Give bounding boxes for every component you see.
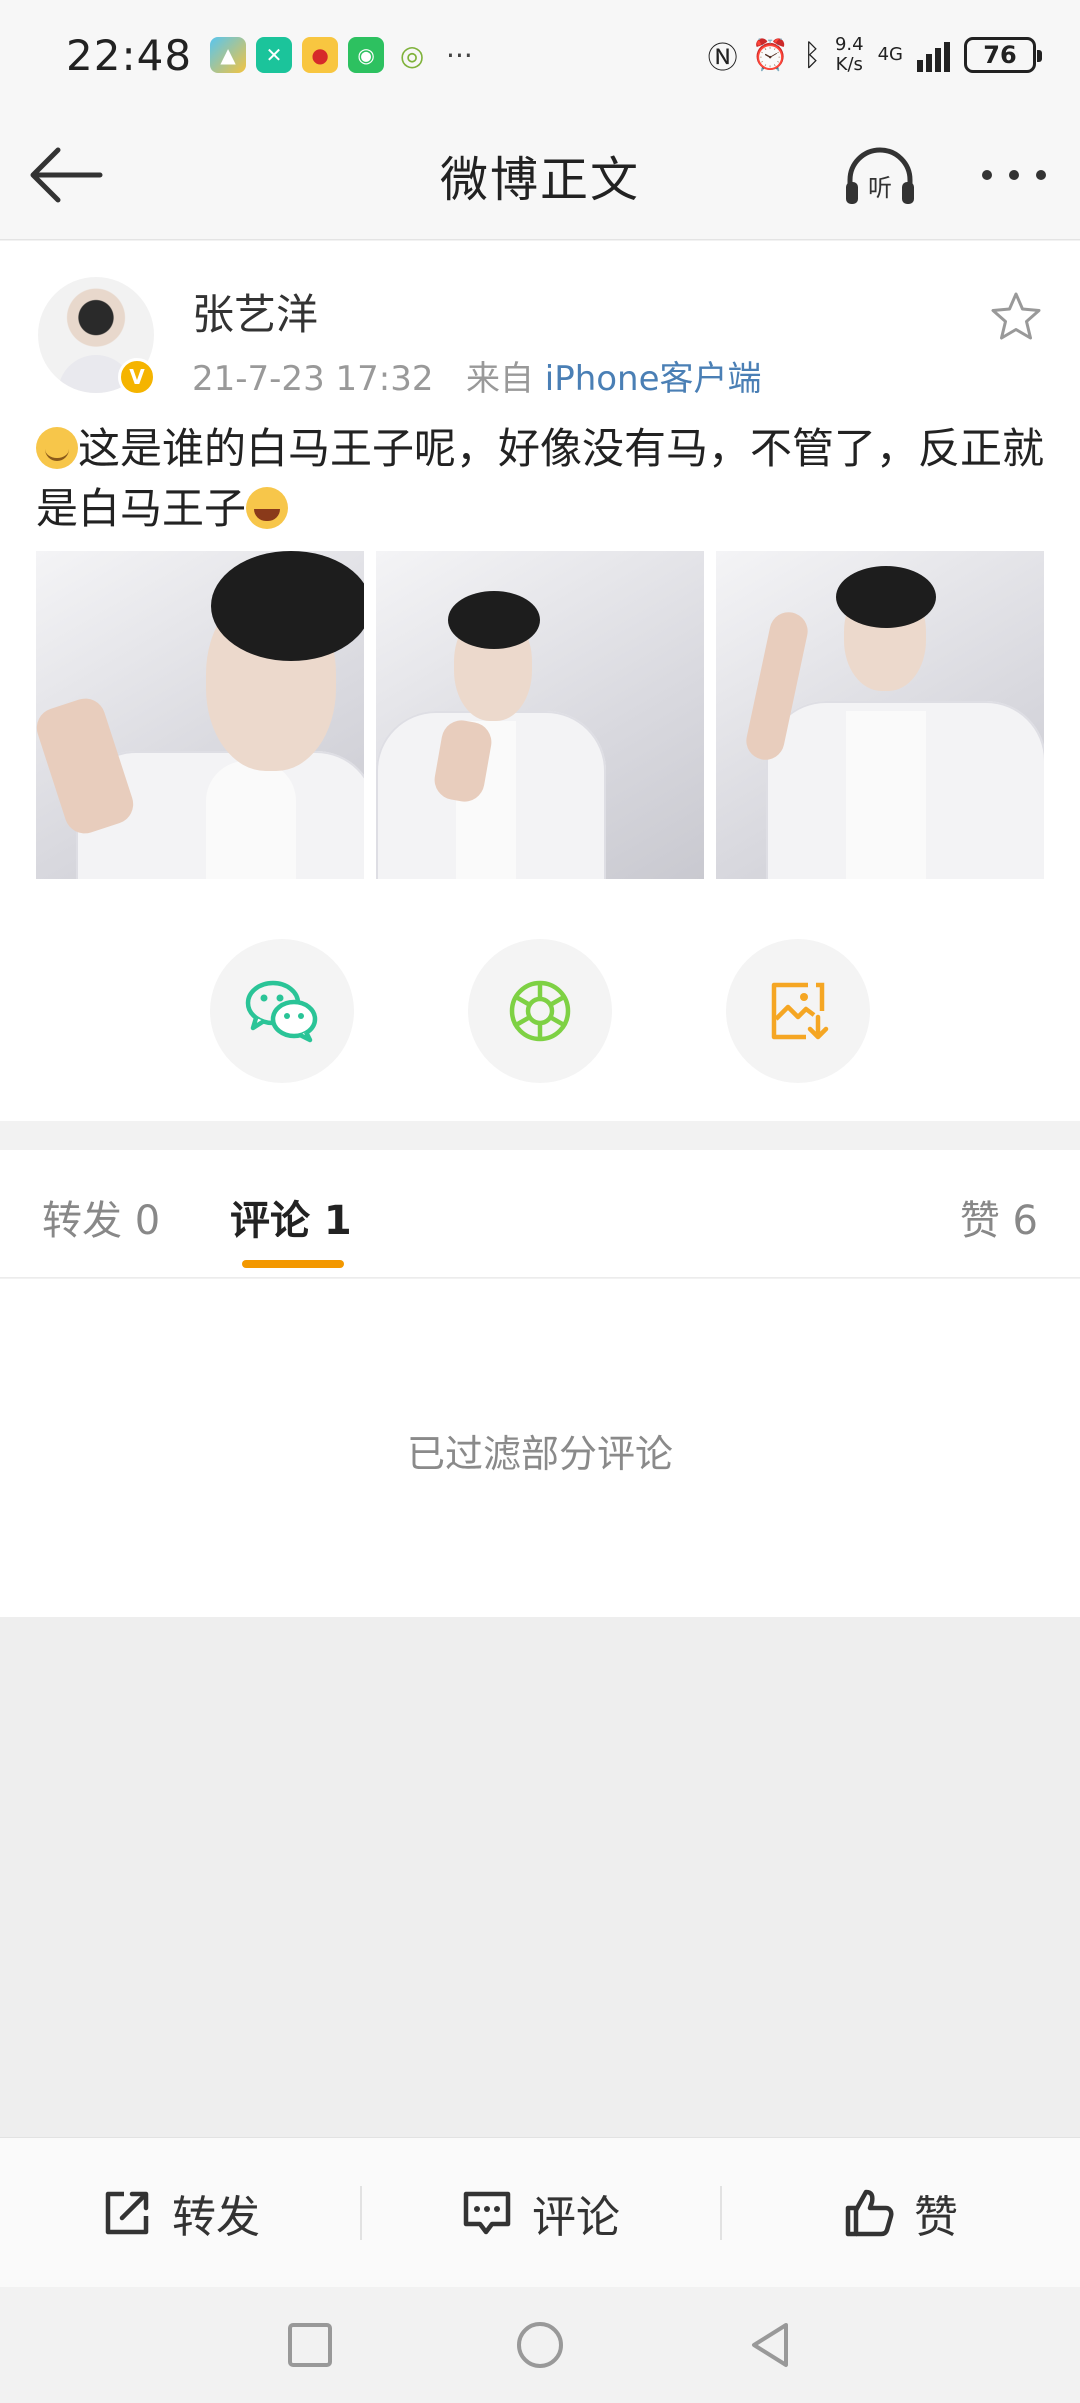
page-title: 微博正文: [439, 151, 640, 208]
share-wechat-button[interactable]: [210, 939, 354, 1083]
more-options-icon[interactable]: [976, 150, 1052, 200]
china-mobile-icon: ◎: [399, 38, 425, 72]
system-nav-bar: [0, 2287, 1080, 2403]
bottom-action-bar: 转发 评论 赞: [0, 2137, 1080, 2287]
network-speed-unit: K/s: [835, 54, 863, 75]
photo-grid: [36, 551, 1044, 879]
star-icon[interactable]: [988, 289, 1044, 345]
system-indicators: Ⓝ ⏰ ᛒ 9.4 K/s 4G 76: [707, 33, 1042, 77]
thumbs-up-icon: [845, 2189, 894, 2236]
moments-icon: [509, 980, 571, 1042]
back-arrow-icon[interactable]: [28, 144, 104, 206]
comment-icon: [463, 2191, 511, 2234]
tab-comment[interactable]: 评论 1: [230, 1188, 352, 1246]
repost-button[interactable]: 转发: [0, 2138, 360, 2287]
network-type: 4G: [877, 44, 903, 65]
repost-icon: [105, 2191, 149, 2234]
comment-button[interactable]: 评论: [360, 2138, 720, 2287]
post-text-body: 这是谁的白马王子呢，好像没有马，不管了，反正就是白马王子: [36, 424, 1045, 533]
wechat-share-icon: [245, 980, 318, 1043]
post-source[interactable]: iPhone客户端: [545, 359, 762, 399]
status-time: 22:48: [66, 30, 193, 80]
post-photo-3[interactable]: [716, 551, 1044, 879]
network-speed: 9.4 K/s: [835, 35, 864, 75]
post-text: 这是谁的白马王子呢，好像没有马，不管了，反正就是白马王子: [36, 419, 1046, 539]
more-notifications-icon: ···: [446, 38, 473, 72]
filtered-comments-notice: 已过滤部分评论: [406, 1432, 673, 1476]
status-bar: 22:48 ▲ ✕ ● ◉ ◎ ··· Ⓝ ⏰ ᛒ 9.4 K/s 4G 76: [0, 0, 1080, 110]
post-date: 21-7-23 17:32: [192, 359, 434, 399]
smile-emoji-icon: [36, 427, 78, 469]
fitness-app-icon: ✕: [256, 37, 293, 73]
active-tab-indicator: [242, 1260, 344, 1268]
username[interactable]: 张艺洋: [192, 281, 318, 342]
share-options: [210, 939, 870, 1083]
post-source-prefix: 来自: [465, 359, 534, 399]
battery-level: 76: [983, 41, 1017, 69]
header: 微博正文 听: [0, 110, 1080, 240]
signal-icon: [917, 38, 950, 72]
comments-section: 已过滤部分评论: [0, 1279, 1080, 1617]
tab-repost[interactable]: 转发 0: [42, 1188, 160, 1246]
battery-icon: 76: [964, 37, 1042, 73]
alarm-icon: ⏰: [751, 37, 789, 73]
post-photo-2[interactable]: [376, 551, 704, 879]
tab-like[interactable]: 赞 6: [960, 1188, 1038, 1246]
bluetooth-icon: ᛒ: [802, 37, 821, 73]
home-icon[interactable]: [512, 2317, 568, 2373]
verified-badge-icon: V: [118, 358, 156, 396]
like-label: 赞: [914, 2191, 958, 2243]
notification-icons: ▲ ✕ ● ◉ ◎ ···: [210, 37, 473, 73]
post-meta: 21-7-23 17:32 来自 iPhone客户端: [192, 351, 762, 400]
post-photo-1[interactable]: [36, 551, 364, 879]
nfc-icon: Ⓝ: [707, 41, 738, 76]
wechat-icon: ◉: [348, 37, 385, 73]
weibo-icon: ●: [302, 37, 339, 73]
comment-label: 评论: [532, 2191, 620, 2243]
post-card: V 张艺洋 21-7-23 17:32 来自 iPhone客户端 这是谁的白马王…: [0, 241, 1080, 1121]
laugh-cry-emoji-icon: [246, 487, 289, 529]
comment-tabs: 转发 0 评论 1 赞 6: [0, 1150, 1080, 1278]
back-nav-icon[interactable]: [742, 2317, 798, 2373]
like-button[interactable]: 赞: [720, 2138, 1080, 2287]
save-image-icon: [771, 982, 829, 1040]
network-speed-value: 9.4: [834, 34, 864, 55]
recent-apps-icon[interactable]: [282, 2317, 338, 2373]
svg-text:听: 听: [868, 174, 892, 202]
listen-icon[interactable]: 听: [842, 146, 918, 208]
share-moments-button[interactable]: [468, 939, 612, 1083]
repost-label: 转发: [172, 2191, 260, 2243]
empty-area: [0, 1617, 1080, 2137]
game-app-icon: ▲: [210, 37, 247, 73]
save-image-button[interactable]: [726, 939, 870, 1083]
